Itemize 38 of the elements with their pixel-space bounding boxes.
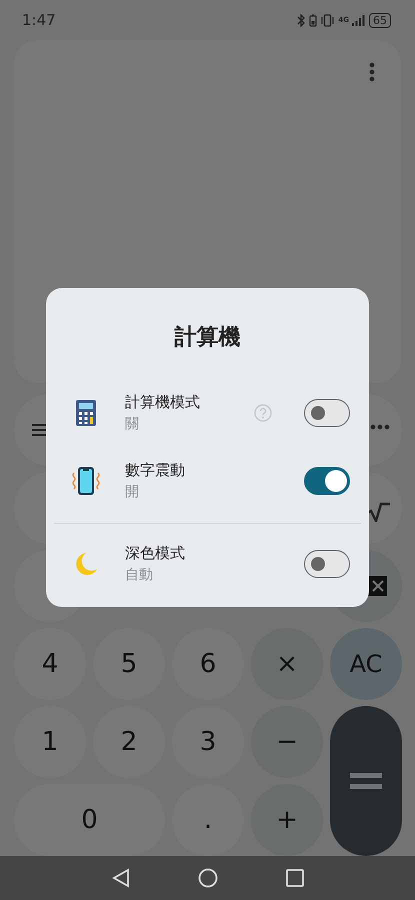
- toggle-switch[interactable]: [304, 550, 350, 578]
- calculator-key[interactable]: 1: [14, 706, 86, 778]
- calculator-key[interactable]: AC: [330, 628, 402, 700]
- square-root-icon: [366, 502, 390, 522]
- bluetooth-icon: [297, 14, 306, 26]
- calculator-key[interactable]: ×: [251, 628, 323, 700]
- menu-icon: [32, 424, 48, 436]
- calculator-key[interactable]: 3: [172, 706, 244, 778]
- calculator-key[interactable]: .: [172, 784, 244, 856]
- more-dots-icon: [370, 424, 390, 430]
- more-icon[interactable]: [369, 62, 375, 82]
- calculator-key[interactable]: 5: [93, 628, 165, 700]
- toggle-switch[interactable]: [304, 399, 350, 427]
- back-icon[interactable]: [112, 868, 130, 888]
- battery-saver-icon: [309, 14, 318, 26]
- setting-value: 自動: [125, 566, 154, 584]
- recents-icon[interactable]: [286, 869, 304, 887]
- calculator-key[interactable]: 4: [14, 628, 86, 700]
- vibrating-phone-icon: [71, 466, 101, 496]
- calculator-key[interactable]: +: [251, 784, 323, 856]
- setting-label: 計算機模式: [125, 393, 201, 412]
- setting-value: 開: [125, 483, 140, 501]
- vibrate-icon: [320, 14, 336, 26]
- battery-level: 65: [369, 12, 391, 28]
- toggle-switch[interactable]: [304, 467, 350, 495]
- calculator-key[interactable]: 0: [14, 784, 165, 856]
- dialog-title: 計算機: [173, 324, 242, 352]
- signal-icon: [352, 14, 366, 26]
- calculator-key[interactable]: 6: [172, 628, 244, 700]
- setting-value: 關: [125, 415, 140, 433]
- calculator-key[interactable]: −: [251, 706, 323, 778]
- home-icon[interactable]: [198, 868, 218, 888]
- setting-label: 數字震動: [125, 461, 186, 480]
- status-time: 1:47: [22, 11, 56, 29]
- setting-label: 深色模式: [125, 544, 186, 563]
- equals-icon: [350, 771, 382, 791]
- calculator-key[interactable]: 2: [93, 706, 165, 778]
- equals-key[interactable]: [330, 706, 402, 856]
